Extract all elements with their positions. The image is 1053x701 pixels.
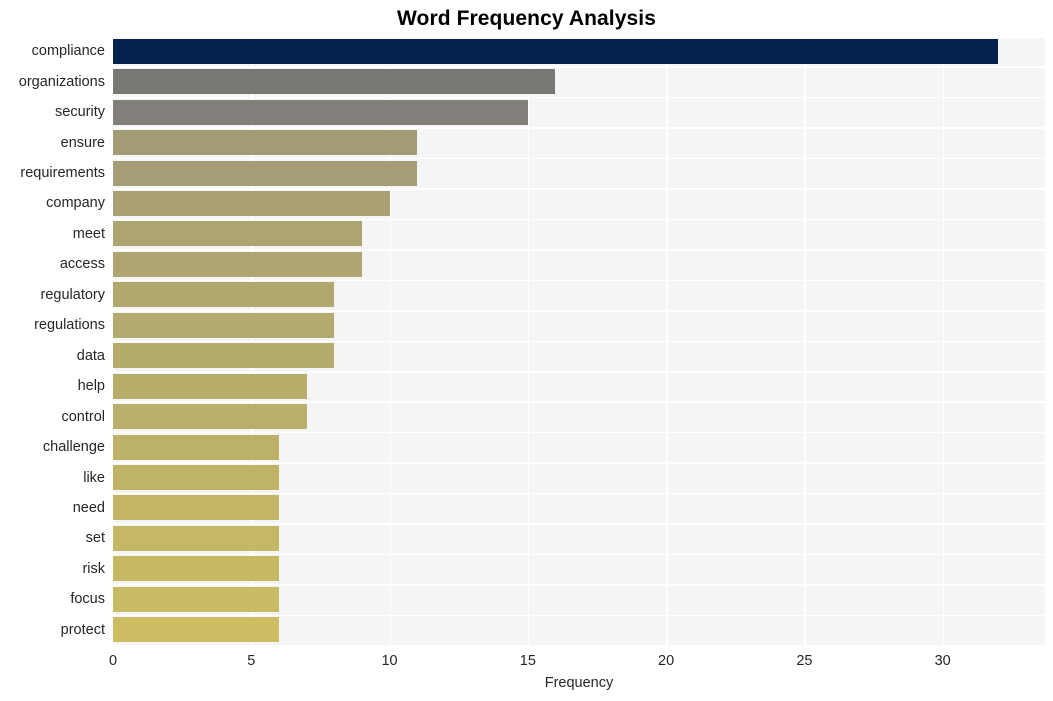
bar [113, 343, 335, 369]
y-gridline [113, 310, 1045, 312]
bar [113, 69, 556, 95]
y-tick-label: need [72, 499, 105, 516]
y-gridline [113, 584, 1045, 586]
x-tick-label: 25 [796, 653, 813, 669]
y-tick-label: regulatory [40, 286, 105, 303]
y-gridline [113, 127, 1045, 129]
y-gridline [113, 614, 1045, 617]
bar [113, 190, 390, 216]
y-tick-label: security [55, 104, 105, 121]
x-tick-label: 20 [658, 653, 675, 669]
y-gridline [113, 66, 1045, 69]
y-tick-label: data [76, 347, 105, 364]
x-axis-label: Frequency [544, 675, 614, 691]
y-tick-label: meet [72, 225, 105, 242]
bar [113, 404, 307, 430]
y-tick-label: risk [82, 560, 105, 577]
y-tick-label: regulations [34, 317, 105, 334]
x-tick-label: 15 [519, 653, 536, 669]
y-tick-label: focus [70, 591, 105, 608]
bar [113, 465, 279, 491]
bar [113, 312, 335, 338]
y-gridline [113, 218, 1045, 221]
bar [113, 525, 279, 551]
y-axis: compliance organizations security ensure req… [0, 36, 105, 645]
bar [113, 130, 418, 156]
y-gridline [113, 279, 1045, 282]
bar [113, 617, 279, 643]
y-gridline [113, 553, 1045, 556]
bar [113, 434, 279, 460]
y-gridline [113, 462, 1045, 464]
bar [113, 586, 279, 612]
bar [113, 251, 362, 277]
x-tick-label: 30 [934, 653, 951, 669]
y-tick-label: access [59, 256, 105, 273]
bar [113, 556, 279, 582]
y-tick-label: company [46, 195, 105, 212]
x-tick-label: 0 [108, 653, 118, 669]
y-gridline [113, 340, 1045, 343]
bar [113, 160, 418, 186]
y-tick-label: control [61, 408, 105, 425]
y-tick-label: help [77, 378, 105, 395]
y-gridline [113, 523, 1045, 525]
y-gridline [113, 36, 1045, 38]
y-tick-label: set [85, 530, 105, 547]
y-tick-label: ensure [60, 134, 105, 151]
y-gridline [113, 157, 1045, 160]
bar [113, 38, 998, 64]
y-tick-label: protect [60, 621, 105, 638]
x-tick-label: 10 [381, 653, 398, 669]
chart-title: Word Frequency Analysis [396, 7, 657, 30]
y-gridline [113, 492, 1045, 495]
bar [113, 99, 528, 125]
bar [113, 495, 279, 521]
y-tick-label: requirements [20, 165, 105, 182]
plot-area [113, 36, 1045, 645]
bar [113, 221, 362, 247]
y-gridline [113, 188, 1045, 190]
bar [113, 373, 307, 399]
y-tick-label: like [83, 469, 105, 486]
y-gridline [113, 96, 1045, 99]
y-gridline [113, 431, 1045, 434]
y-tick-label: organizations [18, 73, 105, 90]
y-gridline [113, 401, 1045, 403]
x-axis: 0 5 10 15 20 25 30 [0, 645, 1053, 675]
y-tick-label: challenge [42, 439, 105, 456]
y-tick-label: compliance [31, 43, 105, 60]
x-tick-label: 5 [247, 653, 256, 669]
chart-figure: Word Frequency Analysis compliance organi… [0, 0, 1053, 701]
bar [113, 282, 335, 308]
y-gridline [113, 249, 1045, 251]
y-gridline [113, 370, 1045, 373]
